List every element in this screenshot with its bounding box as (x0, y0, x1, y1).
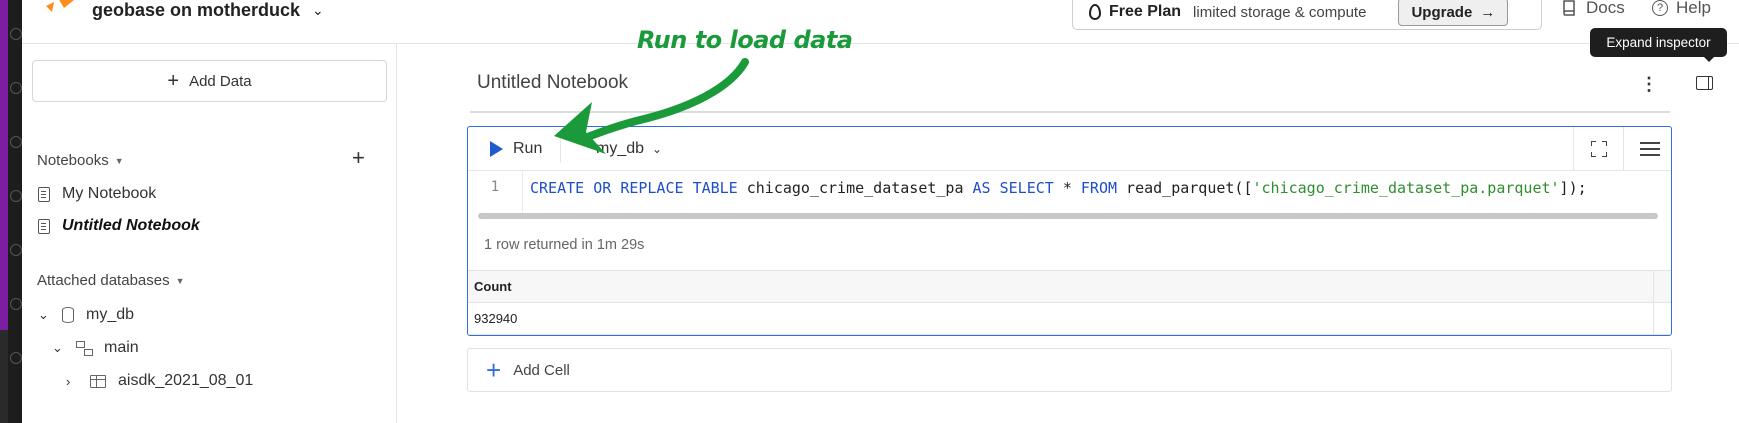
column-header[interactable]: Count (468, 270, 1653, 303)
fullscreen-icon[interactable] (1591, 141, 1607, 157)
top-header: geobase on motherduck ⌄ Free Plan limite… (22, 0, 1739, 44)
code-text: read_parquet([ (1117, 179, 1253, 197)
code-text: chicago_crime_dataset_pa (737, 179, 973, 197)
add-data-button[interactable]: + Add Data (32, 60, 387, 102)
code-keyword: TABLE (692, 179, 738, 197)
tree-item-label: aisdk_2021_08_01 (118, 372, 254, 389)
notebooks-heading[interactable]: Notebooks ▼ (37, 152, 124, 169)
plus-icon: + (167, 69, 180, 92)
databases-heading-label: Attached databases (37, 272, 170, 289)
column-filler (1652, 270, 1671, 303)
sidebar-item-label: My Notebook (62, 185, 157, 202)
chevron-down-icon[interactable]: ⌄ (52, 340, 64, 356)
more-options-icon[interactable]: ⋮ (1640, 74, 1658, 95)
run-label: Run (513, 140, 543, 157)
window-edge-strip (8, 0, 22, 423)
code-keyword: REPLACE (620, 179, 684, 197)
help-label: Help (1676, 0, 1711, 17)
plus-icon: + (486, 355, 502, 385)
tree-item-main[interactable]: ⌄ main (52, 339, 139, 357)
help-link[interactable]: ? Help (1652, 0, 1711, 18)
sidebar-item-label: Untitled Notebook (62, 217, 200, 234)
code-text: ]); (1559, 179, 1587, 197)
code-line[interactable]: CREATE OR REPLACE TABLE chicago_crime_da… (530, 179, 1587, 197)
workspace-switcher[interactable]: geobase on motherduck ⌄ (92, 0, 324, 20)
play-icon (490, 141, 503, 157)
tree-item-my-db[interactable]: ⌄ my_db (38, 306, 134, 324)
upgrade-label: Upgrade (1411, 3, 1473, 21)
result-status: 1 row returned in 1m 29s (484, 237, 645, 253)
attached-databases-heading[interactable]: Attached databases ▼ (37, 272, 185, 289)
tree-item-label: main (104, 339, 139, 356)
docs-label: Docs (1586, 0, 1625, 17)
menu-icon[interactable] (1640, 142, 1660, 156)
annotation-arrow-icon (554, 58, 749, 154)
add-notebook-button[interactable]: + (352, 145, 365, 171)
code-keyword: AS (972, 179, 991, 197)
caret-down-icon: ▼ (175, 275, 185, 286)
notebook-icon (38, 186, 50, 202)
workspace-name: geobase on motherduck (92, 0, 301, 20)
code-text: * (1053, 179, 1081, 197)
tooltip: Expand inspector (1590, 28, 1727, 62)
add-data-label: Add Data (189, 72, 252, 90)
chevron-right-icon[interactable]: › (66, 374, 78, 389)
table-cell[interactable]: 932940 (468, 302, 1653, 335)
caret-down-icon: ▼ (114, 155, 124, 166)
sidebar-item-untitled-notebook[interactable]: Untitled Notebook (38, 217, 200, 235)
column-filler (1652, 302, 1671, 335)
motherduck-logo-icon (46, 0, 74, 12)
result-table: Count 932940 (468, 270, 1671, 335)
arrow-right-icon: → (1480, 3, 1496, 21)
docs-link[interactable]: Docs (1562, 0, 1625, 18)
window-edge-dark (0, 330, 8, 423)
annotation-text: Run to load data (637, 26, 853, 54)
code-keyword: SELECT (999, 179, 1054, 197)
drop-icon (1089, 4, 1101, 20)
horizontal-scrollbar[interactable] (478, 213, 1658, 219)
database-icon (62, 307, 74, 323)
tree-item-aisdk[interactable]: › aisdk_2021_08_01 (66, 372, 253, 390)
schema-icon (76, 341, 93, 356)
divider (1623, 127, 1624, 171)
plan-subtitle: limited storage & compute (1193, 3, 1367, 21)
code-keyword: CREATE (530, 179, 585, 197)
notebooks-heading-label: Notebooks (37, 152, 109, 169)
notebook-icon (38, 218, 50, 234)
run-button[interactable]: Run (490, 140, 542, 158)
book-icon (1563, 0, 1575, 16)
add-cell-label: Add Cell (513, 361, 570, 379)
sidebar-item-my-notebook[interactable]: My Notebook (38, 185, 156, 203)
table-icon (90, 374, 106, 388)
chevron-down-icon: ⌄ (312, 1, 324, 18)
help-icon: ? (1652, 0, 1668, 16)
expand-inspector-icon[interactable] (1696, 76, 1713, 90)
code-editor[interactable]: 1 CREATE OR REPLACE TABLE chicago_crime_… (468, 171, 1671, 217)
tree-item-label: my_db (86, 306, 135, 323)
upgrade-button[interactable]: Upgrade → (1398, 0, 1509, 26)
table-row: 932940 (468, 302, 1671, 335)
table-header-row: Count (468, 270, 1671, 303)
sidebar: + Add Data Notebooks ▼ + My Notebook Unt… (22, 44, 397, 423)
code-keyword: OR (593, 179, 612, 197)
code-string: 'chicago_crime_dataset_pa.parquet' (1252, 179, 1560, 197)
chevron-down-icon[interactable]: ⌄ (38, 307, 50, 323)
plan-banner: Free Plan limited storage & compute Upgr… (1072, 0, 1542, 30)
code-keyword: FROM (1080, 179, 1118, 197)
divider (1573, 127, 1574, 171)
plan-title: Free Plan (1109, 3, 1182, 20)
line-number: 1 (468, 171, 523, 217)
add-cell-button[interactable]: + Add Cell (467, 348, 1672, 392)
